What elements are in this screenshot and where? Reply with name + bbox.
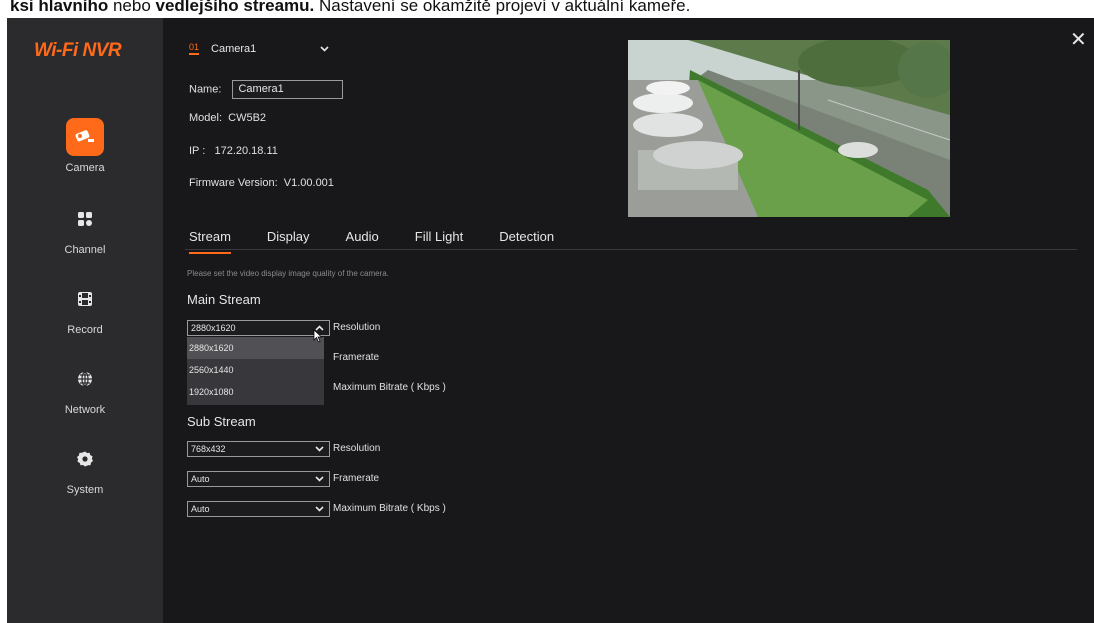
gear-icon [66, 440, 104, 478]
sidebar-item-system[interactable]: System [7, 440, 163, 496]
sub-bitrate-label: Maximum Bitrate ( Kbps ) [333, 503, 446, 514]
camera-icon [66, 118, 104, 156]
app-logo: Wi-Fi NVR [34, 40, 122, 61]
sidebar-item-label: Camera [65, 162, 105, 174]
tab-display[interactable]: Display [267, 229, 310, 251]
sub-framerate-select[interactable]: Auto [187, 471, 330, 487]
main-resolution-label: Resolution [333, 322, 381, 333]
sub-bitrate-value: Auto [191, 504, 210, 514]
sidebar-item-camera[interactable]: Camera [7, 118, 163, 174]
main-resolution-value: 2880x1620 [191, 323, 236, 333]
close-icon[interactable]: ✕ [1070, 30, 1087, 50]
sub-framerate-label: Framerate [333, 473, 380, 484]
sidebar-item-network[interactable]: Network [7, 360, 163, 416]
model-value: CW5B2 [228, 112, 267, 124]
resolution-dropdown: 2880x1620 2560x1440 1920x1080 [187, 337, 324, 405]
dropdown-option[interactable]: 2560x1440 [187, 359, 324, 381]
sidebar-item-record[interactable]: Record [7, 280, 163, 336]
camera-number: 01 [189, 42, 200, 55]
channel-grid-icon [66, 200, 104, 238]
name-label: Name: [189, 83, 222, 96]
ip-label: IP : [189, 145, 206, 157]
chevron-down-icon [320, 43, 329, 55]
sidebar-item-label: System [66, 484, 104, 496]
caption-rest: Nastavení se okamžitě projeví v aktuální… [314, 0, 691, 15]
main-resolution-select[interactable]: 2880x1620 [187, 320, 330, 336]
tab-audio[interactable]: Audio [346, 229, 379, 251]
chevron-down-icon [315, 442, 324, 456]
camera-selector-label: Camera1 [211, 42, 257, 55]
sub-framerate-value: Auto [191, 474, 210, 484]
dropdown-option[interactable]: 2880x1620 [187, 337, 324, 359]
sub-stream-title: Sub Stream [187, 414, 256, 429]
model-row: Model: CW5B2 [189, 112, 266, 124]
firmware-label: Firmware Version: [189, 177, 278, 189]
firmware-value: V1.00.001 [283, 177, 334, 189]
sidebar: Wi-Fi NVR Camera Channel Record Network [7, 18, 163, 623]
sub-resolution-select[interactable]: 768x432 [187, 441, 330, 457]
settings-tabs: Stream Display Audio Fill Light Detectio… [189, 229, 590, 254]
main-bitrate-label: Maximum Bitrate ( Kbps ) [333, 382, 446, 393]
sidebar-item-label: Network [64, 404, 106, 416]
tab-divider [185, 249, 1077, 250]
camera-preview-image [628, 40, 950, 217]
ip-value: 172.20.18.11 [214, 145, 278, 157]
sidebar-item-label: Record [67, 324, 103, 336]
name-field[interactable]: Camera1 [232, 80, 344, 99]
tab-stream[interactable]: Stream [189, 229, 231, 254]
firmware-row: Firmware Version: V1.00.001 [189, 177, 334, 189]
sub-resolution-label: Resolution [333, 443, 381, 454]
main-framerate-label: Framerate [333, 352, 380, 363]
nvr-window: Wi-Fi NVR Camera Channel Record Network [7, 18, 1094, 623]
caption-mid: nebo [108, 0, 156, 15]
sub-resolution-value: 768x432 [191, 444, 226, 454]
sub-bitrate-select[interactable]: Auto [187, 501, 330, 517]
ip-row: IP : 172.20.18.11 [189, 145, 278, 157]
tab-detection[interactable]: Detection [499, 229, 554, 251]
tab-fill-light[interactable]: Fill Light [415, 229, 463, 251]
camera-selector[interactable]: 01 Camera1 [189, 42, 329, 55]
model-label: Model: [189, 112, 223, 124]
dropdown-option[interactable]: 1920x1080 [187, 381, 324, 403]
main-stream-title: Main Stream [187, 292, 261, 307]
hint-text: Please set the video display image quali… [187, 269, 389, 278]
caption-bold-1: ksi hlavního [10, 0, 109, 15]
name-row: Name: Camera1 [189, 80, 344, 99]
caption-bold-2: vedlejšího streamu. [155, 0, 315, 15]
globe-icon [66, 360, 104, 398]
instruction-caption: ksi hlavního nebo vedlejšího streamu. Na… [0, 0, 1094, 18]
mouse-pointer-icon [313, 329, 323, 348]
sidebar-item-channel[interactable]: Channel [7, 200, 163, 256]
sidebar-item-label: Channel [64, 244, 106, 256]
chevron-down-icon [315, 502, 324, 516]
chevron-down-icon [315, 472, 324, 486]
film-icon [66, 280, 104, 318]
